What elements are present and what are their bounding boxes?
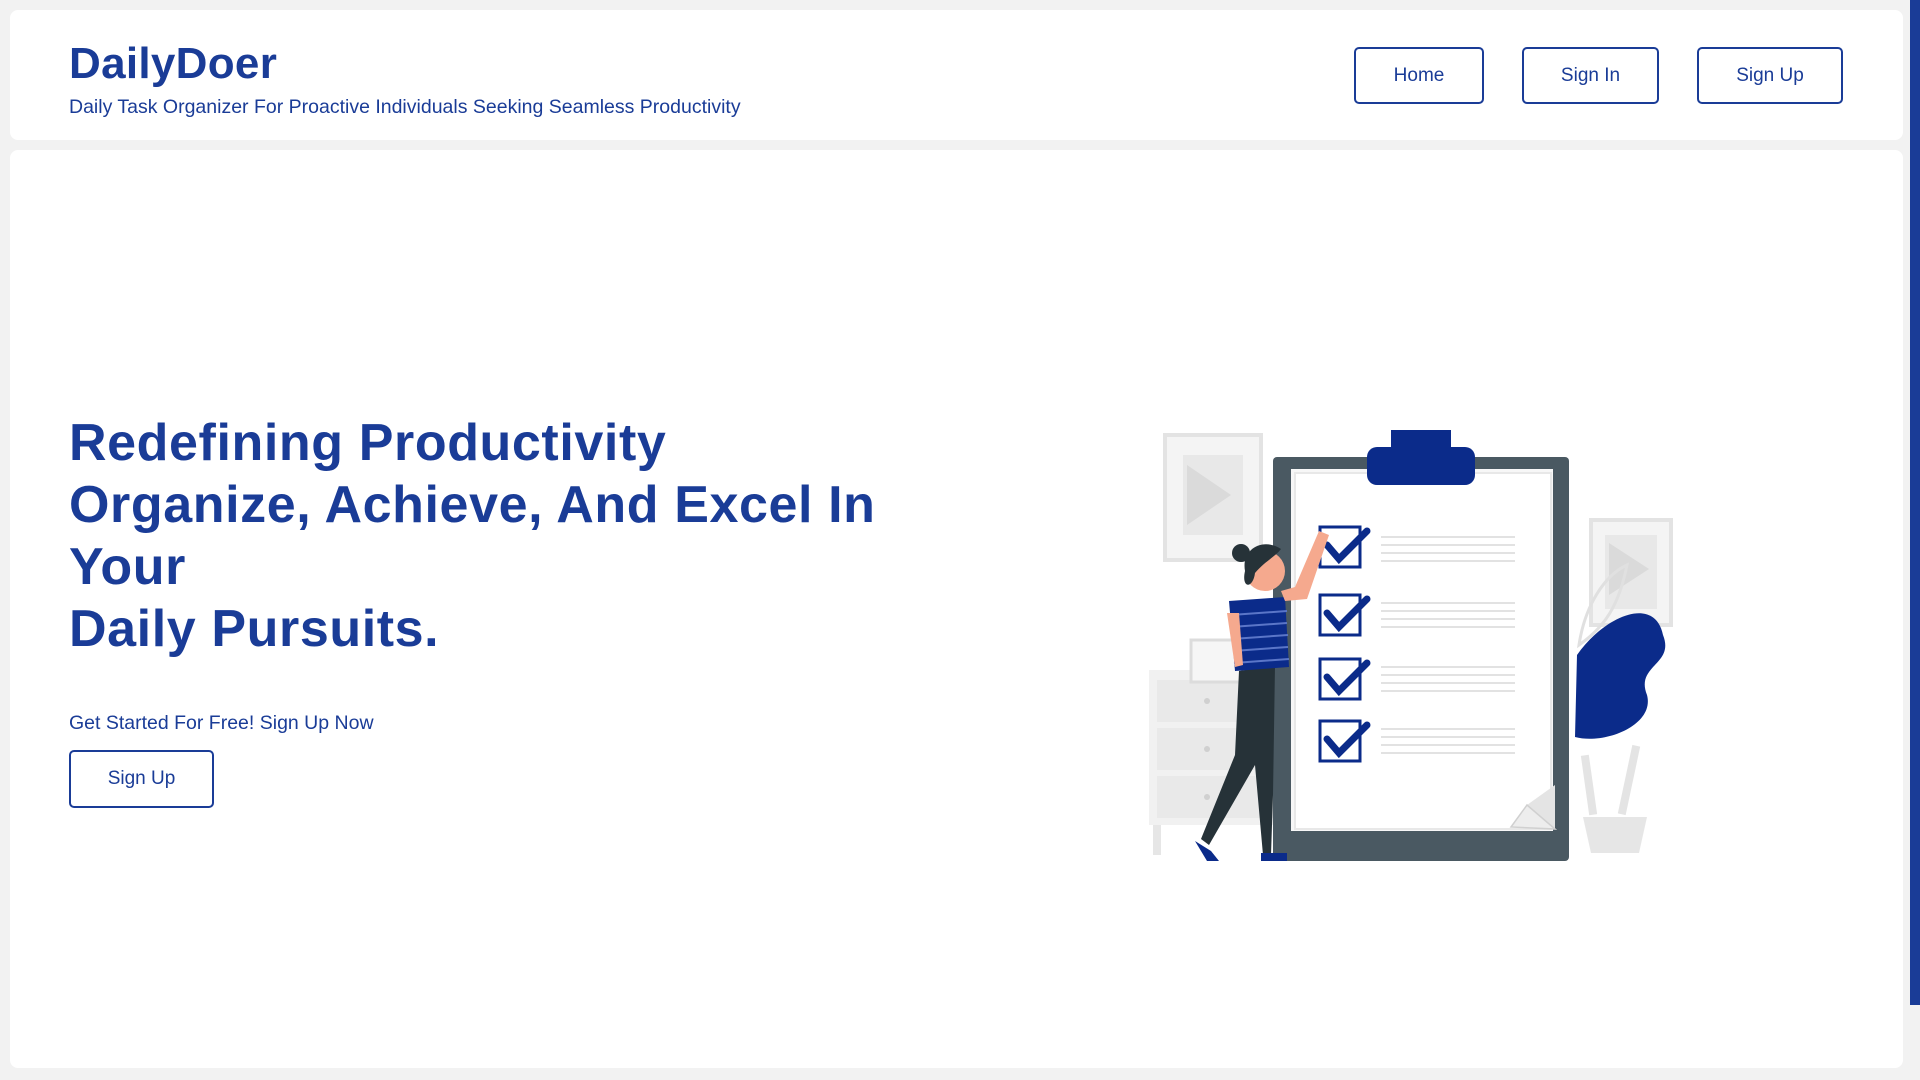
checklist-illustration — [1149, 430, 1673, 861]
site-logo-title[interactable]: DailyDoer — [69, 39, 741, 88]
top-nav: Home Sign In Sign Up — [1354, 47, 1843, 104]
nav-sign-in-button[interactable]: Sign In — [1522, 47, 1659, 104]
nav-home-button[interactable]: Home — [1354, 47, 1484, 104]
clipboard — [1273, 430, 1569, 861]
brand: DailyDoer Daily Task Organizer For Proac… — [69, 39, 741, 119]
nav-sign-up-button[interactable]: Sign Up — [1697, 47, 1843, 104]
hero-section: Redefining Productivity Organize, Achiev… — [10, 150, 1903, 1068]
picture-frame-left — [1163, 433, 1263, 562]
picture-frame-right — [1589, 518, 1673, 627]
scrollbar-thumb[interactable] — [1910, 0, 1920, 1005]
site-header: DailyDoer Daily Task Organizer For Proac… — [10, 10, 1903, 140]
hero-heading-line-2: Organize, Achieve, And Excel In Your — [69, 476, 876, 596]
site-tagline: Daily Task Organizer For Proactive Indiv… — [69, 96, 741, 119]
hero-cta-text: Get Started For Free! Sign Up Now — [69, 712, 374, 734]
hero-heading: Redefining Productivity Organize, Achiev… — [69, 412, 909, 660]
hero-heading-line-3: Daily Pursuits. — [69, 600, 440, 658]
hero-heading-line-1: Redefining Productivity — [69, 414, 667, 472]
page: DailyDoer Daily Task Organizer For Proac… — [0, 0, 1920, 1080]
hero-sign-up-button[interactable]: Sign Up — [69, 750, 214, 808]
